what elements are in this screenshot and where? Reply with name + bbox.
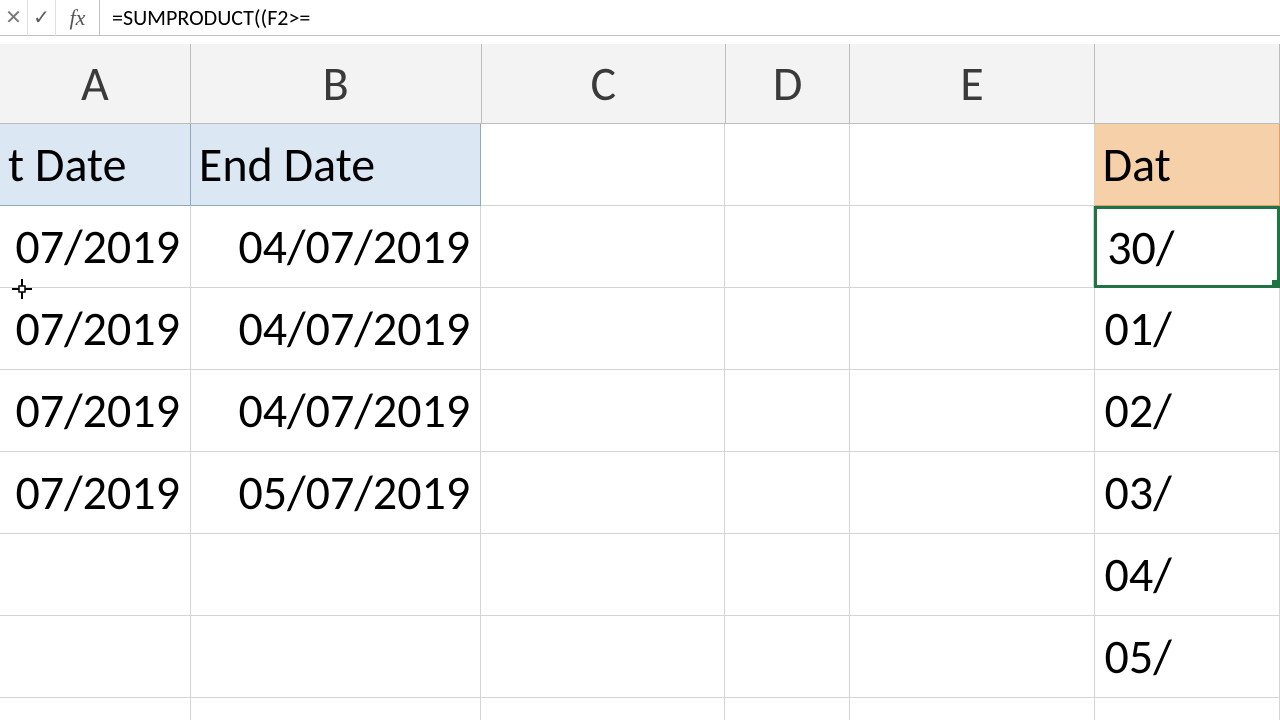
formula-bar: ✕ ✓ fx (0, 0, 1280, 36)
col-header-D[interactable]: D (726, 44, 850, 124)
check-icon: ✓ (33, 5, 50, 30)
cell[interactable] (0, 698, 191, 720)
cell[interactable]: 07/2019 (0, 288, 191, 370)
cell[interactable]: 02/ (1095, 370, 1280, 452)
table-row (0, 698, 1280, 720)
cell[interactable]: 04/07/2019 (191, 370, 481, 452)
cell[interactable] (481, 534, 725, 616)
insert-function-button[interactable]: fx (56, 0, 100, 36)
cell[interactable] (481, 206, 725, 288)
col-header-F[interactable] (1095, 44, 1280, 124)
col-header-C[interactable]: C (482, 44, 727, 124)
col-header-A[interactable]: A (0, 44, 191, 124)
cell[interactable]: 04/ (1095, 534, 1280, 616)
cell[interactable] (191, 616, 481, 698)
cell[interactable] (850, 206, 1094, 288)
cell[interactable] (0, 534, 191, 616)
col-header-B[interactable]: B (191, 44, 482, 124)
cell[interactable]: 01/ (1095, 288, 1280, 370)
grid: t Date End Date Dat 07/2019 04/07/2019 3… (0, 124, 1280, 720)
cell[interactable] (725, 698, 850, 720)
cell[interactable] (850, 288, 1094, 370)
cell[interactable] (0, 616, 191, 698)
table-row: 04/ (0, 534, 1280, 616)
table-row: 07/2019 04/07/2019 30/ (0, 206, 1280, 288)
cancel-icon: ✕ (5, 5, 22, 30)
cell[interactable] (725, 534, 850, 616)
col-header-E[interactable]: E (850, 44, 1095, 124)
cell[interactable] (725, 124, 850, 206)
cancel-button[interactable]: ✕ (0, 0, 28, 36)
cell[interactable] (481, 698, 725, 720)
header-cell-start-date[interactable]: t Date (0, 124, 191, 206)
cell[interactable]: 03/ (1095, 452, 1280, 534)
column-header-row: A B C D E (0, 44, 1280, 124)
cell[interactable] (481, 616, 725, 698)
cell[interactable] (481, 124, 725, 206)
enter-button[interactable]: ✓ (28, 0, 56, 36)
cell[interactable] (725, 370, 850, 452)
table-row: t Date End Date Dat (0, 124, 1280, 206)
cell[interactable] (191, 698, 481, 720)
cell[interactable] (850, 698, 1094, 720)
cell[interactable]: 07/2019 (0, 370, 191, 452)
cell[interactable] (850, 124, 1094, 206)
table-row: 07/2019 04/07/2019 01/ (0, 288, 1280, 370)
cell[interactable] (725, 206, 850, 288)
cell[interactable] (725, 616, 850, 698)
cell[interactable] (850, 370, 1094, 452)
cell[interactable] (481, 288, 725, 370)
table-row: 05/ (0, 616, 1280, 698)
cell[interactable] (191, 534, 481, 616)
cell[interactable]: 05/ (1095, 616, 1280, 698)
spreadsheet: A B C D E t Date End Date Dat 07/2019 04… (0, 44, 1280, 720)
cell[interactable]: 07/2019 (0, 452, 191, 534)
formula-input[interactable] (100, 0, 1280, 35)
cell[interactable] (481, 370, 725, 452)
table-row: 07/2019 04/07/2019 02/ (0, 370, 1280, 452)
cell[interactable]: 05/07/2019 (191, 452, 481, 534)
cell[interactable] (850, 534, 1094, 616)
cell[interactable]: 04/07/2019 (191, 288, 481, 370)
header-cell-date[interactable]: Dat (1095, 124, 1280, 206)
cell[interactable]: 07/2019 (0, 206, 191, 288)
cell[interactable] (850, 452, 1094, 534)
cell[interactable] (725, 288, 850, 370)
table-row: 07/2019 05/07/2019 03/ (0, 452, 1280, 534)
cell[interactable] (850, 616, 1094, 698)
selected-cell-F2[interactable]: 30/ (1094, 206, 1280, 288)
cell[interactable] (481, 452, 725, 534)
cell[interactable]: 04/07/2019 (191, 206, 481, 288)
fx-label: fx (70, 5, 86, 31)
header-cell-end-date[interactable]: End Date (191, 124, 481, 206)
cell[interactable] (1095, 698, 1280, 720)
cell[interactable] (725, 452, 850, 534)
